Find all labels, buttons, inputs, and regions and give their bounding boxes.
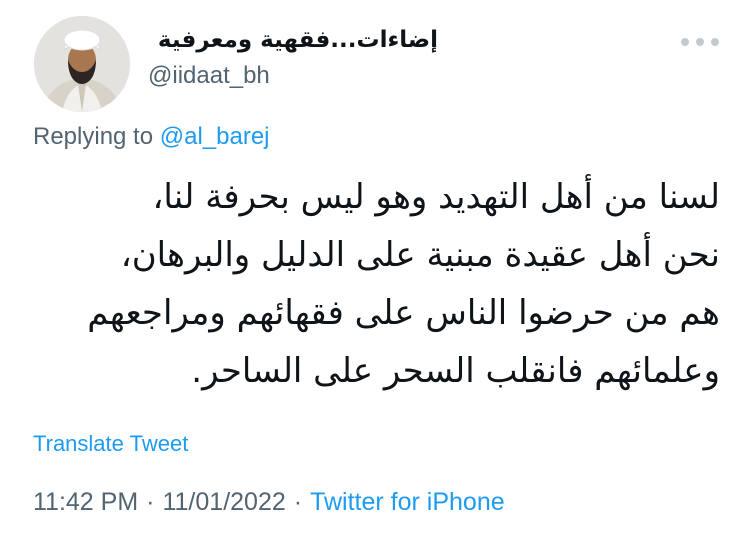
replying-to-label: Replying to	[33, 123, 160, 150]
avatar[interactable]	[34, 16, 130, 112]
author-handle[interactable]: @iidaat_bh	[148, 60, 270, 92]
more-options-button[interactable]	[676, 28, 724, 56]
profile-photo-icon	[34, 16, 130, 112]
author-display-name[interactable]: إضاءات...فقهية ومعرفية	[148, 24, 438, 56]
replying-to: Replying to @al_barej	[33, 120, 270, 154]
tweet-text-line: هم من حرضوا الناس على فقهائهم ومراجعهم	[87, 293, 720, 333]
tweet-text-line: وعلمائهم فانقلب السحر على الساحر.	[191, 351, 720, 391]
translate-tweet-link[interactable]: Translate Tweet	[33, 428, 188, 460]
tweet-text: لسنا من أهل التهديد وهو ليس بحرفة لنا، ن…	[20, 168, 720, 400]
meta-separator: ·	[293, 488, 303, 516]
tweet-source-link[interactable]: Twitter for iPhone	[310, 488, 505, 516]
tweet-date[interactable]: 11/01/2022	[162, 488, 285, 516]
meta-separator: ·	[146, 488, 155, 516]
tweet-time[interactable]: 11:42 PM	[33, 488, 138, 516]
reply-mention-link[interactable]: @al_barej	[160, 123, 270, 150]
tweet-text-line: لسنا من أهل التهديد وهو ليس بحرفة لنا،	[152, 177, 720, 217]
more-horizontal-icon	[681, 38, 719, 46]
tweet-text-line: نحن أهل عقيدة مبنية على الدليل والبرهان،	[120, 235, 720, 275]
tweet-meta: 11:42 PM · 11/01/2022 · Twitter for iPhone	[33, 484, 505, 520]
